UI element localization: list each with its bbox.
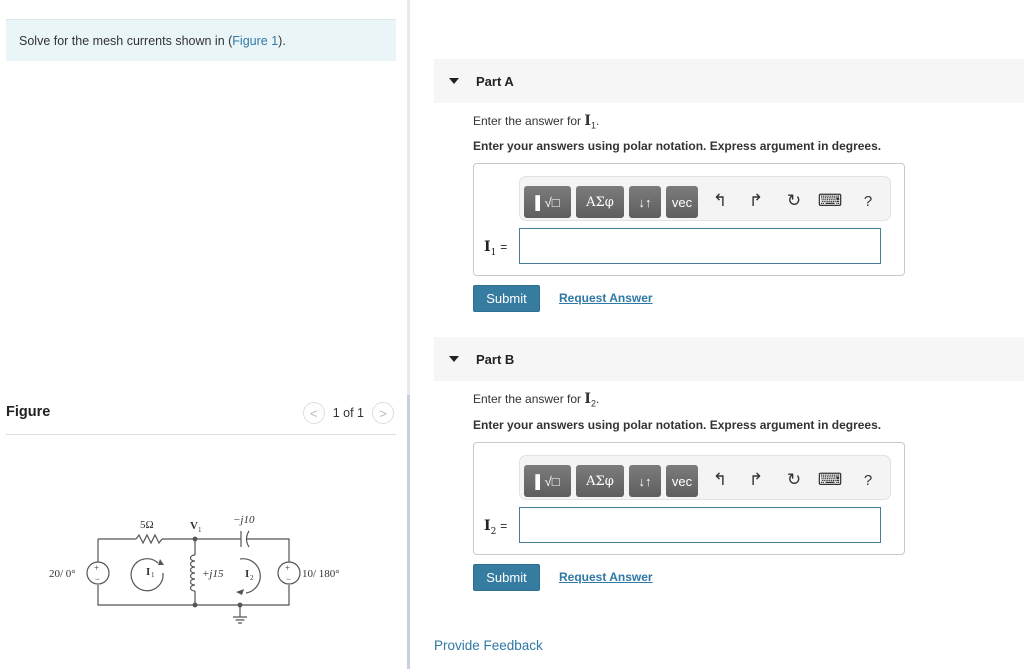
part-b-request-answer-link[interactable]: Request Answer [559, 570, 653, 584]
equals-sign: = [500, 519, 508, 533]
resistor-label: 5Ω [140, 519, 154, 531]
mesh1-label: I [146, 566, 150, 578]
inductor-coil [189, 554, 196, 592]
figure-pager: < 1 of 1 > [302, 402, 394, 424]
arrows-button[interactable]: ↓↑ [629, 186, 661, 218]
caret-down-icon [449, 78, 459, 84]
node-label-sub: 1 [198, 526, 202, 534]
circuit-diagram: 20/ 0° + − 5Ω V 1 −j10 +j15 I 1 I 2 + − … [49, 514, 340, 624]
answer-label: I2 = [484, 518, 507, 537]
prompt-text: Enter the answer for [473, 114, 585, 128]
figure-header: Figure < 1 of 1 > [6, 402, 396, 435]
resistor-zigzag [135, 533, 163, 545]
inductor-label: +j15 [202, 568, 224, 580]
part-a-submit-button[interactable]: Submit [473, 285, 540, 312]
source-left-label: 20/ 0° [49, 568, 76, 580]
answer-label: I1 = [484, 239, 507, 258]
prompt-text-end: ). [278, 34, 286, 48]
figure-title: Figure [6, 404, 51, 420]
part-b-submit-button[interactable]: Submit [473, 564, 540, 591]
var-sub: 1 [490, 247, 497, 258]
part-b-header[interactable]: Part B [434, 337, 1024, 381]
part-b-prompt: Enter the answer for I2. [473, 391, 600, 409]
mesh2-label-sub: 2 [250, 574, 254, 582]
part-a-instruction: Enter your answers using polar notation.… [473, 139, 882, 153]
part-a-answer-input[interactable] [519, 228, 881, 264]
undo-icon[interactable]: ↰ [708, 186, 732, 216]
equals-sign: = [500, 240, 508, 254]
keyboard-icon[interactable]: ⌨ [818, 186, 843, 216]
part-b-answer-input[interactable] [519, 507, 881, 543]
node-dot [192, 536, 198, 542]
math-toolbar: ▌√□ ΑΣφ ↓↑ vec ↰ ↱ ↻ ⌨ ? [519, 176, 891, 221]
source-right-label: 10/ 180° [302, 568, 340, 580]
chevron-right-icon[interactable]: > [372, 402, 394, 424]
figure-link[interactable]: Figure 1 [232, 34, 278, 48]
part-b-title: Part B [476, 351, 515, 367]
plus-sign: + [94, 563, 99, 573]
reset-icon[interactable]: ↻ [782, 186, 806, 216]
part-a-request-answer-link[interactable]: Request Answer [559, 291, 653, 305]
part-b-instruction: Enter your answers using polar notation.… [473, 418, 882, 432]
scrollbar-thumb[interactable] [407, 395, 410, 669]
math-toolbar: ▌√□ ΑΣφ ↓↑ vec ↰ ↱ ↻ ⌨ ? [519, 455, 891, 500]
help-icon[interactable]: ? [856, 186, 880, 216]
chevron-left-icon[interactable]: < [302, 402, 325, 424]
plus-sign: + [285, 563, 290, 573]
redo-icon[interactable]: ↱ [744, 186, 768, 216]
caret-down-icon [449, 356, 459, 362]
var-sub: 2 [490, 526, 497, 537]
part-a-title: Part A [476, 73, 514, 89]
vec-button[interactable]: vec [666, 186, 698, 218]
arrows-button[interactable]: ↓↑ [629, 465, 661, 497]
var-sub: 2 [590, 398, 596, 409]
minus-sign: − [286, 574, 291, 584]
prompt-text: Enter the answer for [473, 392, 585, 406]
greek-button[interactable]: ΑΣφ [576, 186, 624, 218]
mesh2-arrowhead [236, 589, 244, 595]
problem-statement: Solve for the mesh currents shown in (Fi… [6, 19, 396, 61]
prompt-text: Solve for the mesh currents shown in ( [19, 34, 233, 48]
undo-icon[interactable]: ↰ [708, 465, 732, 495]
var-sub: 1 [590, 120, 596, 131]
node-label: V [190, 520, 198, 532]
mesh2-label: I [245, 568, 249, 580]
help-icon[interactable]: ? [856, 465, 880, 495]
pager-label: 1 of 1 [332, 406, 364, 420]
templates-button[interactable]: ▌√□ [524, 186, 571, 218]
templates-button[interactable]: ▌√□ [524, 465, 571, 497]
capacitor-label: −j10 [233, 514, 255, 526]
minus-sign: − [95, 574, 100, 584]
vec-button[interactable]: vec [666, 465, 698, 497]
node-dot [192, 602, 198, 608]
problem-pane: Solve for the mesh currents shown in (Fi… [0, 0, 408, 669]
part-a-answer-box: ▌√□ ΑΣφ ↓↑ vec ↰ ↱ ↻ ⌨ ? I1 = [473, 163, 905, 276]
part-a-prompt: Enter the answer for I1. [473, 113, 600, 131]
mesh1-arrowhead [158, 559, 164, 565]
keyboard-icon[interactable]: ⌨ [818, 465, 843, 495]
provide-feedback-link[interactable]: Provide Feedback [434, 638, 543, 653]
part-a-header[interactable]: Part A [434, 59, 1024, 103]
part-b-answer-box: ▌√□ ΑΣφ ↓↑ vec ↰ ↱ ↻ ⌨ ? I2 = [473, 442, 905, 555]
greek-button[interactable]: ΑΣφ [576, 465, 624, 497]
ground-symbol [233, 605, 247, 624]
reset-icon[interactable]: ↻ [782, 465, 806, 495]
redo-icon[interactable]: ↱ [744, 465, 768, 495]
node-dot [237, 602, 243, 608]
mesh1-label-sub: 1 [151, 571, 155, 579]
